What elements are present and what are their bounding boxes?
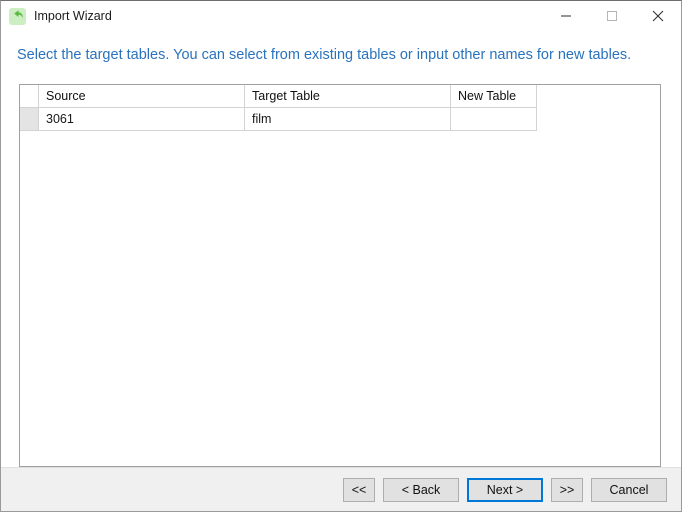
- column-header-new-table[interactable]: New Table: [450, 85, 537, 108]
- column-header-source[interactable]: Source: [38, 85, 245, 108]
- next-button[interactable]: Next >: [467, 477, 543, 502]
- column-header-target-table[interactable]: Target Table: [244, 85, 451, 108]
- row-selector-header: [20, 85, 39, 108]
- import-arrow-icon: [9, 7, 26, 25]
- table-header-row: Source Target Table New Table: [20, 85, 537, 108]
- import-wizard-window: Import Wizard Select the target tables.: [0, 0, 682, 512]
- maximize-icon[interactable]: [589, 1, 635, 31]
- cell-source[interactable]: 3061: [38, 107, 245, 131]
- first-button[interactable]: <<: [343, 477, 375, 502]
- window-title: Import Wizard: [34, 9, 112, 23]
- title-bar: Import Wizard: [1, 1, 681, 31]
- back-button[interactable]: < Back: [383, 477, 459, 502]
- wizard-footer: << < Back Next > >> Cancel: [1, 467, 681, 511]
- cell-target-table[interactable]: film: [244, 107, 451, 131]
- table-row[interactable]: 3061 film: [20, 107, 537, 131]
- last-button[interactable]: >>: [551, 477, 583, 502]
- close-icon[interactable]: [635, 1, 681, 31]
- window-controls: [543, 1, 681, 31]
- minimize-icon[interactable]: [543, 1, 589, 31]
- row-selector-cell[interactable]: [20, 107, 39, 131]
- target-tables-panel: Source Target Table New Table 3061 film: [19, 84, 661, 467]
- page-instruction: Select the target tables. You can select…: [17, 47, 632, 63]
- cancel-button[interactable]: Cancel: [591, 477, 667, 502]
- target-tables-grid: Source Target Table New Table 3061 film: [20, 85, 537, 131]
- cell-new-table[interactable]: [450, 107, 537, 131]
